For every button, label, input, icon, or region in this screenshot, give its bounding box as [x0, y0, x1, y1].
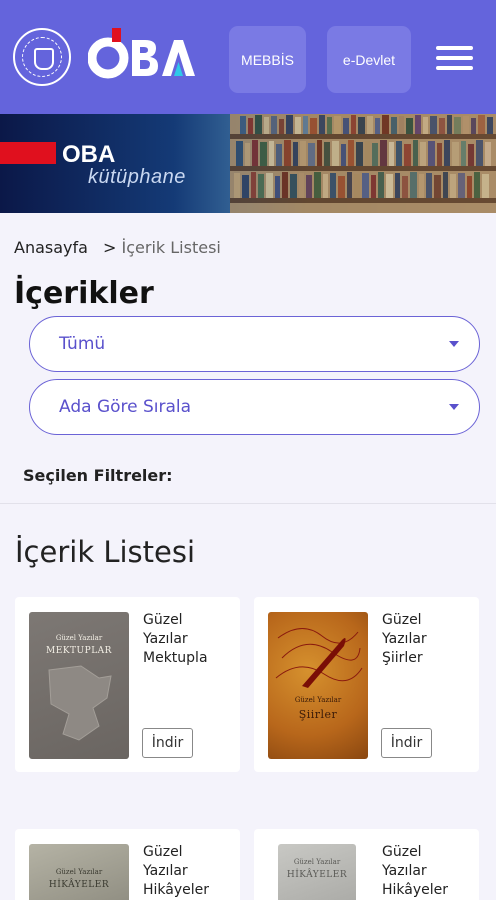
content-card[interactable]: Güzel Yazılar MEKTUPLAR Güzel Yazılar Me…: [15, 597, 240, 772]
ministry-emblem-icon[interactable]: [13, 28, 71, 86]
cover-title: HİKÂYELER: [48, 880, 110, 890]
cover-series: Güzel Yazılar: [55, 634, 103, 642]
cover-series: Güzel Yazılar: [294, 696, 342, 704]
card-title: Güzel Yazılar Mektupla: [143, 612, 208, 666]
content-list-title: İçerik Listesi: [15, 535, 196, 569]
library-banner: OBA kütüphane: [0, 114, 496, 213]
download-button[interactable]: İndir: [142, 728, 193, 758]
banner-subtitle: kütüphane: [88, 166, 186, 188]
sort-select[interactable]: Ada Göre Sırala: [29, 379, 480, 435]
sort-select-value: Ada Göre Sırala: [59, 397, 192, 417]
book-cover-image[interactable]: Güzel Yazılar HİKÂYELER: [278, 844, 356, 900]
content-card[interactable]: Güzel Yazılar HİKÂYELER Güzel Yazılar Hi…: [15, 829, 240, 900]
cover-title: Şiirler: [298, 708, 338, 721]
hamburger-menu-icon[interactable]: [436, 43, 474, 73]
oba-logo-icon: [87, 28, 195, 79]
category-select[interactable]: Tümü: [29, 316, 480, 372]
breadcrumb: Anasayfa > İçerik Listesi: [14, 238, 221, 257]
card-title: Güzel Yazılar Hikâyeler: [143, 844, 210, 898]
banner-brand: OBA: [62, 141, 116, 168]
page-title: İçerikler: [14, 276, 154, 311]
cover-series: Güzel Yazılar: [55, 868, 103, 876]
cover-title: HİKÂYELER: [286, 870, 348, 880]
book-cover-image[interactable]: Güzel Yazılar HİKÂYELER: [29, 844, 129, 900]
content-card[interactable]: Güzel Yazılar HİKÂYELER Güzel Yazılar Hi…: [254, 829, 479, 900]
category-select-value: Tümü: [59, 334, 106, 354]
book-cover-image[interactable]: Güzel Yazılar Şiirler: [268, 612, 368, 759]
content-card[interactable]: Güzel Yazılar Şiirler Güzel Yazılar Şiir…: [254, 597, 479, 772]
bookshelf-image: [230, 114, 496, 213]
cover-title: MEKTUPLAR: [46, 646, 112, 656]
card-title: Güzel Yazılar Şiirler: [382, 612, 427, 666]
breadcrumb-home-link[interactable]: Anasayfa: [14, 238, 88, 257]
banner-red-bar: [0, 142, 56, 164]
mebbis-button[interactable]: MEBBİS: [229, 26, 306, 93]
cover-map-shape: [48, 665, 112, 741]
divider: [0, 503, 496, 504]
top-header: MEBBİS e-Devlet: [0, 0, 496, 114]
cover-quill-drawing: [275, 628, 363, 688]
edevlet-button[interactable]: e-Devlet: [327, 26, 411, 93]
card-title: Güzel Yazılar Hikâyeler: [382, 844, 449, 898]
breadcrumb-separator: >: [103, 238, 117, 257]
caret-down-icon: [449, 404, 459, 410]
cover-series: Güzel Yazılar: [293, 858, 341, 866]
selected-filters-label: Seçilen Filtreler:: [23, 466, 173, 485]
breadcrumb-current: İçerik Listesi: [121, 238, 221, 257]
caret-down-icon: [449, 341, 459, 347]
oba-logo[interactable]: [87, 28, 198, 84]
download-button[interactable]: İndir: [381, 728, 432, 758]
book-cover-image[interactable]: Güzel Yazılar MEKTUPLAR: [29, 612, 129, 759]
